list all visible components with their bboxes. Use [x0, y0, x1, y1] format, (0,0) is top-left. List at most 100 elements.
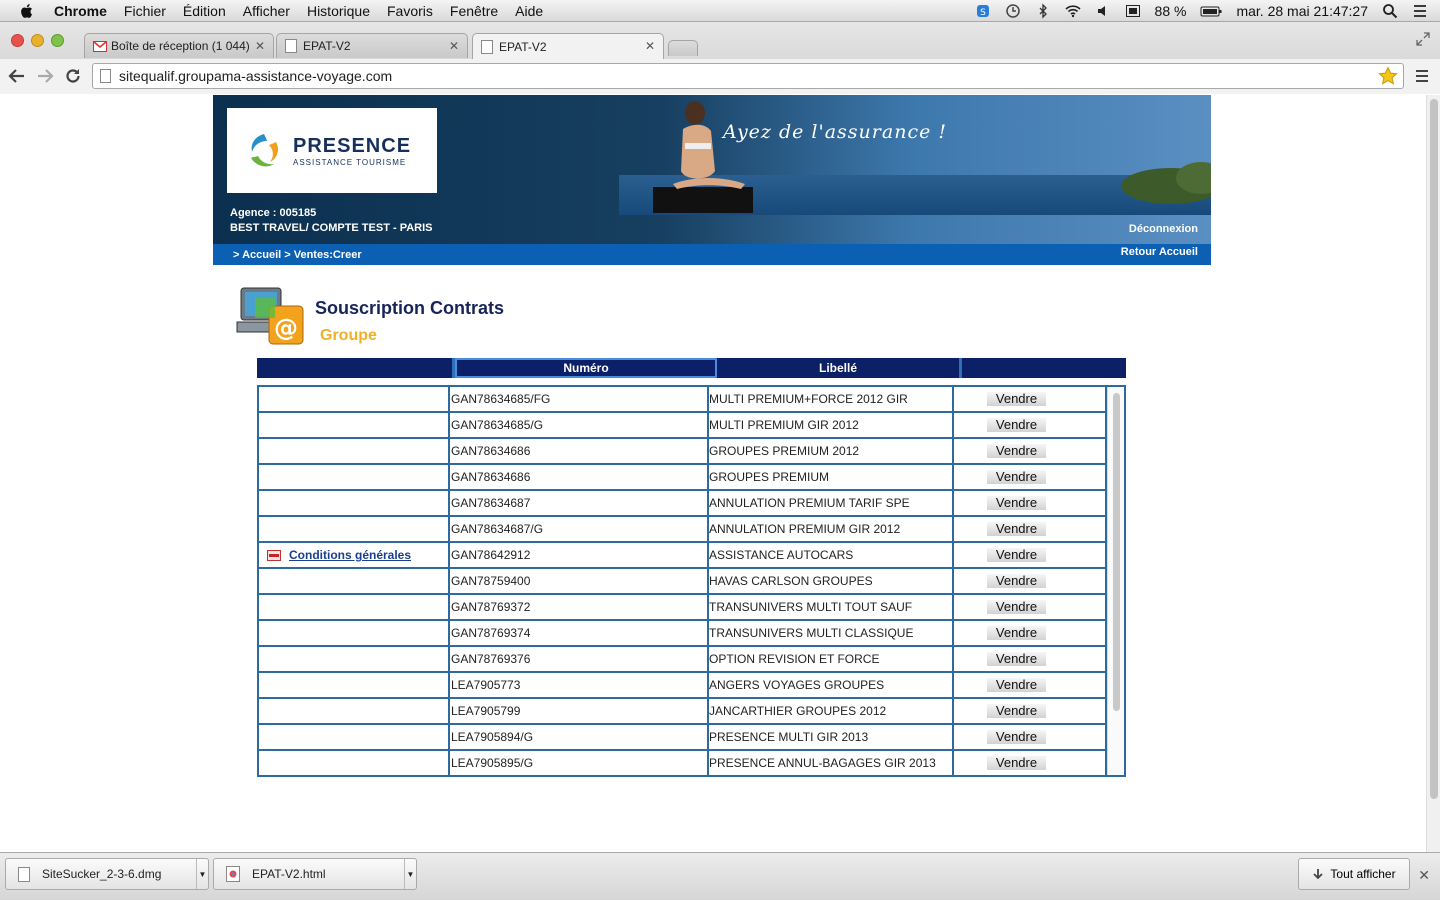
- notification-center-icon[interactable]: [1412, 3, 1428, 19]
- zoom-window-button[interactable]: [51, 34, 64, 47]
- close-tab-icon[interactable]: ✕: [255, 39, 265, 53]
- sell-button[interactable]: Vendre: [986, 444, 1047, 458]
- skype-icon[interactable]: S: [975, 3, 991, 19]
- close-window-button[interactable]: [11, 34, 24, 47]
- minimize-window-button[interactable]: [31, 34, 44, 47]
- chrome-menu-icon[interactable]: [1414, 68, 1430, 84]
- close-tab-icon[interactable]: ✕: [645, 39, 655, 53]
- reload-icon[interactable]: [64, 67, 82, 85]
- input-source-icon[interactable]: [1125, 3, 1141, 19]
- contract-label: ANNULATION PREMIUM TARIF SPE: [709, 491, 954, 515]
- table-row: LEA7905799 JANCARTHIER GROUPES 2012 Vendre: [259, 699, 1107, 725]
- contract-label: JANCARTHIER GROUPES 2012: [709, 699, 954, 723]
- sell-button[interactable]: Vendre: [986, 392, 1047, 406]
- menu-app-name[interactable]: Chrome: [54, 3, 107, 19]
- sell-button[interactable]: Vendre: [986, 756, 1047, 770]
- page-title: Souscription Contrats: [315, 298, 505, 318]
- home-link[interactable]: Retour Accueil: [1121, 246, 1198, 258]
- battery-icon[interactable]: [1200, 3, 1222, 19]
- tab-gmail[interactable]: Boîte de réception (1 044) ✕: [84, 33, 274, 58]
- tab-epat-2[interactable]: EPAT-V2 ✕: [472, 33, 664, 59]
- show-all-downloads-button[interactable]: Tout afficher: [1298, 858, 1410, 890]
- clock[interactable]: mar. 28 mai 21:47:27: [1236, 3, 1368, 19]
- apple-icon[interactable]: [18, 2, 36, 20]
- sell-button[interactable]: Vendre: [986, 574, 1047, 588]
- breadcrumb-bar: > Accueil > Ventes:Creer Retour Accueil: [213, 244, 1211, 265]
- sell-button[interactable]: Vendre: [986, 522, 1047, 536]
- menu-aide[interactable]: Aide: [515, 3, 543, 19]
- tab-epat-1[interactable]: EPAT-V2 ✕: [276, 33, 468, 58]
- sell-button[interactable]: Vendre: [986, 704, 1047, 718]
- contract-number: GAN78634685/G: [450, 413, 709, 437]
- gmail-icon: [93, 40, 107, 52]
- battery-percent[interactable]: 88 %: [1155, 3, 1187, 19]
- bookmark-star-icon[interactable]: [1378, 66, 1398, 86]
- contract-number: GAN78642912: [450, 543, 709, 567]
- dropdown-arrow-icon[interactable]: ▼: [404, 859, 416, 889]
- menu-afficher[interactable]: Afficher: [243, 3, 290, 19]
- sell-button[interactable]: Vendre: [986, 600, 1047, 614]
- table-scrollbar[interactable]: [1107, 387, 1124, 775]
- column-header-libelle[interactable]: Libellé: [717, 358, 962, 378]
- menu-edition[interactable]: Édition: [183, 3, 226, 19]
- menu-favoris[interactable]: Favoris: [387, 3, 433, 19]
- sell-button[interactable]: Vendre: [986, 626, 1047, 640]
- breadcrumb[interactable]: > Accueil > Ventes:Creer: [233, 249, 362, 261]
- table-row: GAN78769372 TRANSUNIVERS MULTI TOUT SAUF V…: [259, 595, 1107, 621]
- contract-label: MULTI PREMIUM GIR 2012: [709, 413, 954, 437]
- page-scroll-thumb[interactable]: [1430, 99, 1438, 799]
- forward-icon[interactable]: [36, 67, 54, 85]
- table-scroll-thumb[interactable]: [1113, 393, 1120, 711]
- presence-logo[interactable]: PRESENCE ASSISTANCE TOURISME: [227, 108, 437, 193]
- close-downloads-icon[interactable]: ✕: [1418, 867, 1430, 884]
- spotlight-icon[interactable]: [1382, 3, 1398, 19]
- presence-logo-mark-icon: [251, 133, 278, 166]
- bluetooth-icon[interactable]: [1035, 3, 1051, 19]
- volume-icon[interactable]: [1095, 3, 1111, 19]
- conditions-generales-link[interactable]: Conditions générales: [289, 548, 411, 562]
- agency-name: BEST TRAVEL/ COMPTE TEST - PARIS: [230, 222, 433, 234]
- download-item-dmg[interactable]: SiteSucker_2-3-6.dmg ▼: [5, 858, 209, 890]
- column-header-empty: [257, 358, 455, 378]
- address-bar[interactable]: sitequalif.groupama-assistance-voyage.co…: [92, 63, 1404, 89]
- wifi-icon[interactable]: [1064, 3, 1081, 19]
- row-extra-cell: [259, 595, 450, 619]
- table-row: GAN78769374 TRANSUNIVERS MULTI CLASSIQUE V…: [259, 621, 1107, 647]
- contract-label: HAVAS CARLSON GROUPES: [709, 569, 954, 593]
- mac-menubar: Chrome Fichier Édition Afficher Historiq…: [0, 0, 1440, 22]
- sell-button[interactable]: Vendre: [986, 496, 1047, 510]
- contract-label: TRANSUNIVERS MULTI TOUT SAUF: [709, 595, 954, 619]
- contract-number: GAN78634686: [450, 439, 709, 463]
- sell-button[interactable]: Vendre: [986, 470, 1047, 484]
- menu-historique[interactable]: Historique: [307, 3, 370, 19]
- menu-fichier[interactable]: Fichier: [124, 3, 166, 19]
- close-tab-icon[interactable]: ✕: [449, 39, 459, 53]
- downloads-bar: SiteSucker_2-3-6.dmg ▼ EPAT-V2.html ▼ To…: [0, 852, 1440, 900]
- contract-number: GAN78634686: [450, 465, 709, 489]
- row-extra-cell: [259, 647, 450, 671]
- sell-button[interactable]: Vendre: [986, 548, 1047, 562]
- download-filename: EPAT-V2.html: [252, 867, 326, 881]
- back-icon[interactable]: [8, 67, 26, 85]
- contract-number: GAN78634687: [450, 491, 709, 515]
- dropdown-arrow-icon[interactable]: ▼: [196, 859, 208, 889]
- contract-label: ASSISTANCE AUTOCARS: [709, 543, 954, 567]
- pdf-icon[interactable]: [267, 549, 281, 561]
- page-scrollbar[interactable]: [1426, 95, 1440, 852]
- table-row: GAN78634685/G MULTI PREMIUM GIR 2012 Vendr…: [259, 413, 1107, 439]
- sell-button[interactable]: Vendre: [986, 418, 1047, 432]
- fullscreen-icon[interactable]: [1416, 32, 1430, 46]
- url-text: sitequalif.groupama-assistance-voyage.co…: [119, 68, 393, 84]
- menu-fenetre[interactable]: Fenêtre: [450, 3, 498, 19]
- table-row: GAN78634686 GROUPES PREMIUM 2012 Vendre: [259, 439, 1107, 465]
- column-header-numero[interactable]: Numéro: [455, 358, 717, 378]
- status-menus: S 88 % mar. 28 mai 21:47:27: [975, 0, 1428, 22]
- new-tab-button[interactable]: [668, 40, 698, 56]
- time-machine-icon[interactable]: [1005, 3, 1021, 19]
- sell-button[interactable]: Vendre: [986, 678, 1047, 692]
- sell-button[interactable]: Vendre: [986, 730, 1047, 744]
- web-page: PRESENCE ASSISTANCE TOURISME Ayez de l'a…: [0, 95, 1426, 852]
- sell-button[interactable]: Vendre: [986, 652, 1047, 666]
- download-item-html[interactable]: EPAT-V2.html ▼: [213, 858, 417, 890]
- logout-link[interactable]: Déconnexion: [1129, 223, 1198, 235]
